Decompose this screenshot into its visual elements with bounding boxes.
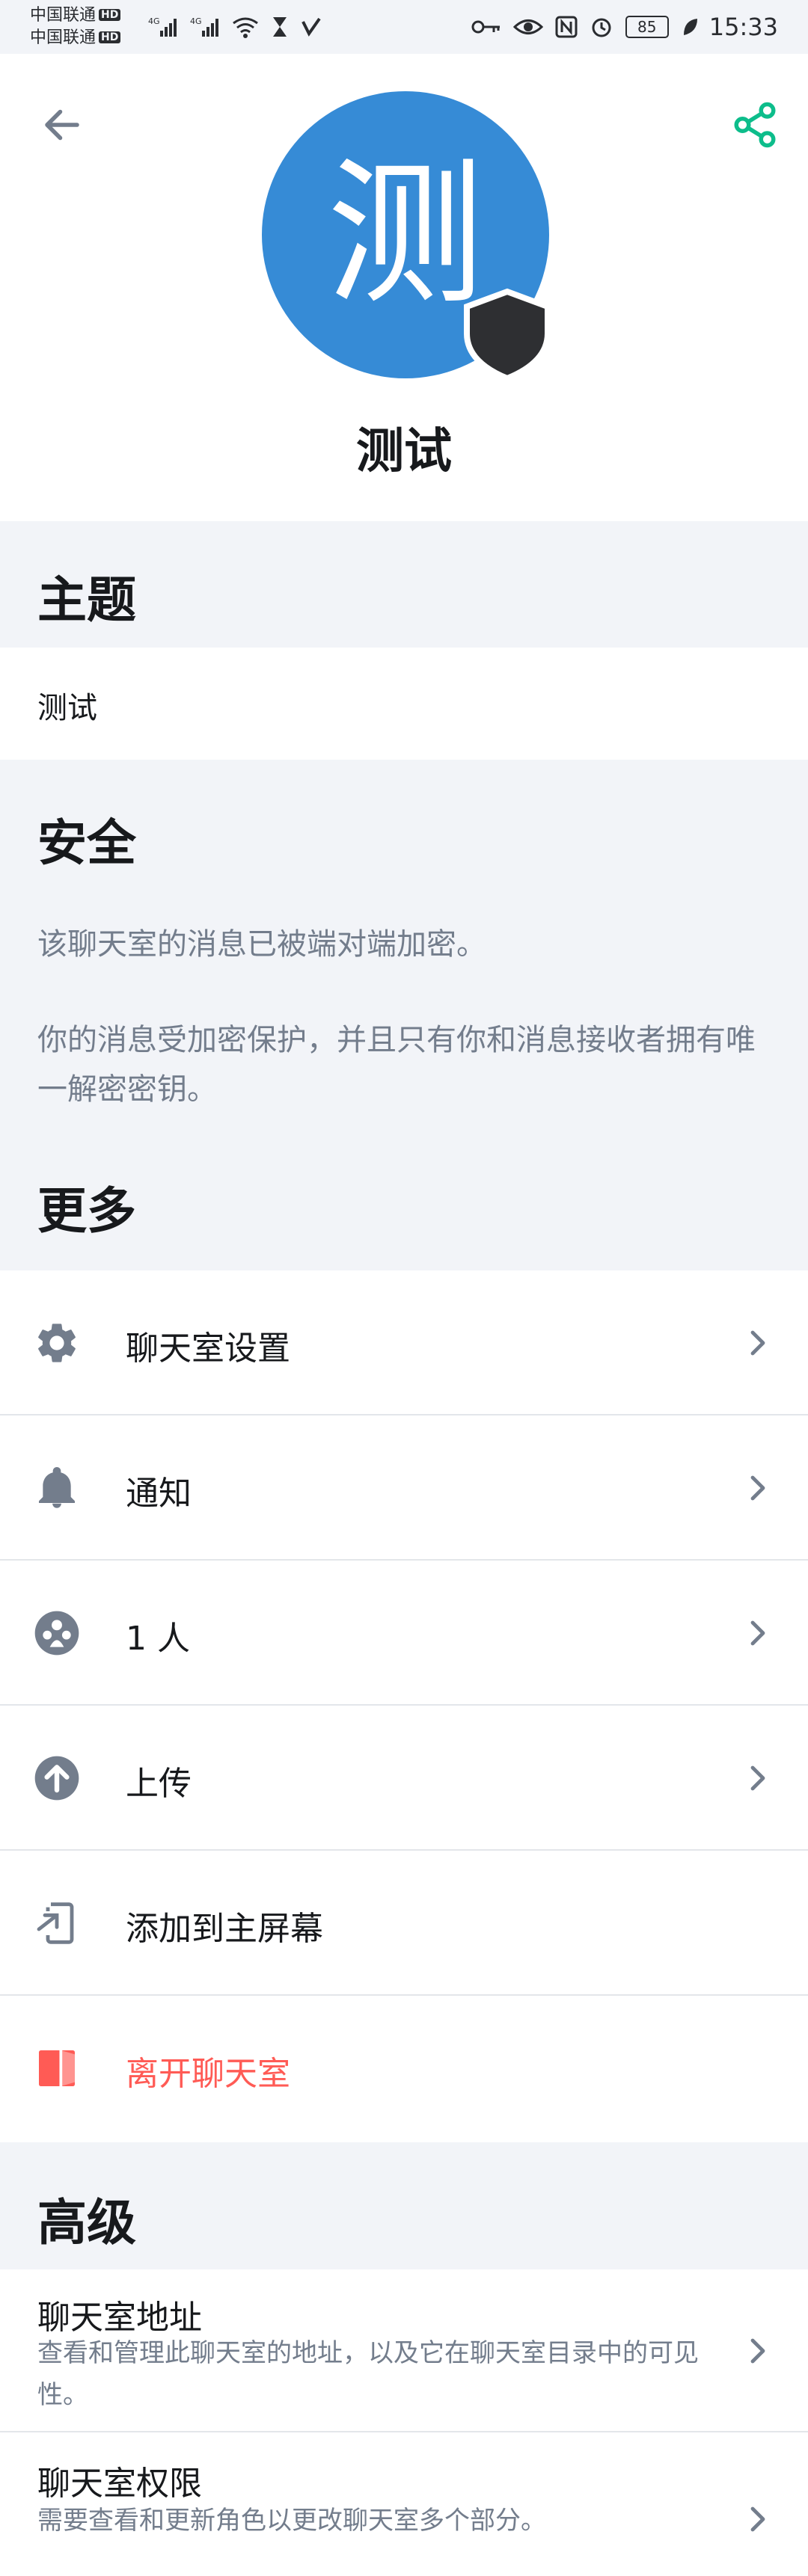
- carrier-2: 中国联通 HD: [30, 24, 121, 48]
- upload-icon: [33, 1754, 81, 1802]
- back-button[interactable]: [28, 91, 96, 159]
- hourglass-icon: [273, 17, 287, 37]
- leave-room-row[interactable]: 离开聊天室: [0, 1996, 808, 2141]
- status-left-icons: 4G 4G: [142, 13, 328, 40]
- signal-icon-2: 4G: [190, 16, 218, 37]
- chevron-right-icon: [750, 1330, 765, 1356]
- room-addresses-desc: 查看和管理此聊天室的地址，以及它在聊天室目录中的可见性。: [37, 2338, 699, 2410]
- chevron-right-icon: [750, 1475, 765, 1501]
- uploads-row[interactable]: 上传: [0, 1706, 808, 1851]
- notifications-row[interactable]: 通知: [0, 1415, 808, 1561]
- share-icon: [734, 102, 776, 148]
- topic-value: 测试: [37, 691, 97, 725]
- chevron-right-icon: [750, 2338, 765, 2364]
- security-text-2: 你的消息受加密保护，并且只有你和消息接收者拥有唯一解密密钥。: [37, 1023, 756, 1107]
- security-text-1: 该聊天室的消息已被端对端加密。: [37, 927, 486, 962]
- wifi-icon: [233, 17, 258, 38]
- room-permissions-desc: 需要查看和更新角色以更改聊天室多个部分。: [37, 2506, 546, 2536]
- carrier-1: 中国联通 HD: [30, 1, 121, 25]
- battery-indicator: 85: [625, 16, 669, 38]
- svg-text:4G: 4G: [190, 16, 202, 26]
- add-to-home-label: 添加到主屏幕: [126, 1910, 323, 1948]
- check-v-icon: [302, 17, 321, 37]
- room-settings-label: 聊天室设置: [126, 1330, 290, 1368]
- room-addresses-row[interactable]: 聊天室地址 查看和管理此聊天室的地址，以及它在聊天室目录中的可见性。: [0, 2269, 808, 2432]
- add-to-home-icon: [33, 1899, 81, 1947]
- room-permissions-title: 聊天室权限: [37, 2465, 202, 2503]
- chevron-right-icon: [750, 1620, 765, 1646]
- topic-row[interactable]: 测试: [0, 648, 808, 760]
- chevron-right-icon: [750, 1765, 765, 1791]
- shield-icon: [464, 288, 551, 382]
- advanced-title: 高级: [37, 2194, 136, 2251]
- topic-title: 主题: [37, 571, 136, 629]
- leaf-icon: [683, 19, 697, 35]
- advanced-section-header: 高级: [0, 2142, 808, 2269]
- svg-text:4G: 4G: [148, 16, 160, 26]
- security-title: 安全: [37, 814, 136, 872]
- nfc-icon: [555, 16, 578, 38]
- room-permissions-row[interactable]: 聊天室权限 需要查看和更新角色以更改聊天室多个部分。: [0, 2432, 808, 2576]
- room-settings-row[interactable]: 聊天室设置: [0, 1270, 808, 1415]
- add-to-home-row[interactable]: 添加到主屏幕: [0, 1851, 808, 1996]
- signal-icon: 4G: [148, 16, 177, 37]
- chevron-right-icon: [750, 2506, 765, 2532]
- room-addresses-title: 聊天室地址: [37, 2299, 202, 2337]
- leave-door-icon: [33, 2044, 81, 2092]
- status-bar: 中国联通 HD 中国联通 HD 4G 4G 85 15:33: [0, 0, 808, 54]
- alarm-icon: [592, 18, 611, 37]
- key-icon: [471, 20, 500, 34]
- gear-icon: [33, 1319, 81, 1367]
- more-menu: 聊天室设置 通知 1 人 上传 添加到主屏幕 离开聊天室: [0, 1270, 808, 2142]
- members-label: 1 人: [126, 1620, 190, 1658]
- members-row[interactable]: 1 人: [0, 1561, 808, 1706]
- topic-section-header: 主题: [0, 521, 808, 648]
- leave-room-label: 离开聊天室: [126, 2055, 290, 2093]
- room-header: 测 测试: [0, 54, 808, 521]
- status-time: 15:33: [708, 13, 778, 41]
- status-right-icons: 85 15:33: [465, 13, 778, 41]
- uploads-label: 上传: [126, 1765, 192, 1803]
- more-title: 更多: [37, 1182, 136, 1240]
- people-icon: [33, 1609, 81, 1657]
- eye-icon: [512, 19, 543, 34]
- room-name: 测试: [356, 424, 452, 479]
- share-button[interactable]: [721, 91, 789, 159]
- arrow-left-icon: [45, 109, 79, 141]
- notifications-label: 通知: [126, 1475, 192, 1513]
- bell-icon: [33, 1464, 81, 1512]
- security-section: 安全 该聊天室的消息已被端对端加密。 你的消息受加密保护，并且只有你和消息接收者…: [0, 760, 808, 1270]
